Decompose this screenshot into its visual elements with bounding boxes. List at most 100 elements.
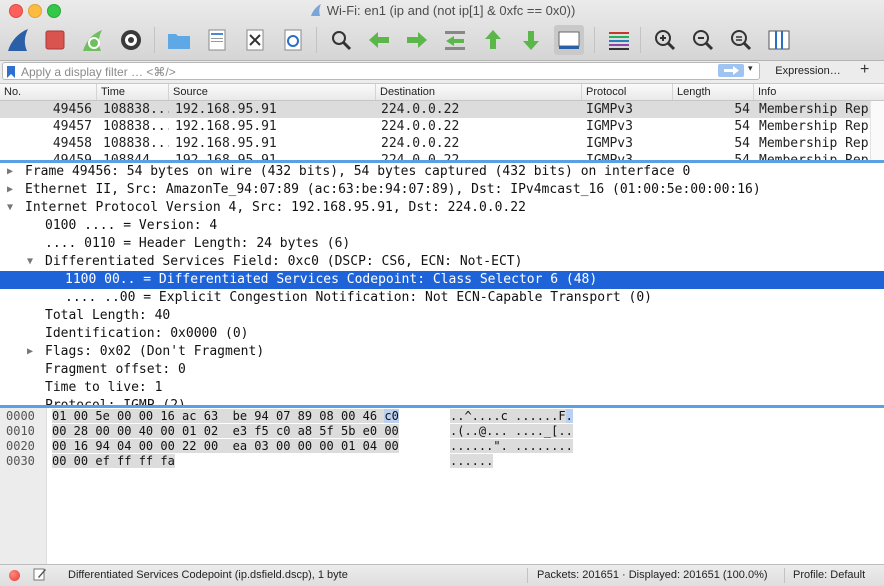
- detail-row-label: .... 0110 = Header Length: 24 bytes (6): [45, 236, 351, 251]
- auto-scroll-button[interactable]: [554, 25, 584, 55]
- detail-tree-row[interactable]: .... 0110 = Header Length: 24 bytes (6): [0, 235, 884, 253]
- detail-row-label: Frame 49456: 54 bytes on wire (432 bits)…: [25, 164, 691, 179]
- detail-tree-row[interactable]: Fragment offset: 0: [0, 361, 884, 379]
- zoom-normal-icon: [731, 30, 752, 51]
- cell-protocol: IGMPv3: [586, 119, 633, 134]
- bytes-offset: 0010: [6, 424, 35, 438]
- cell-source: 192.168.95.91: [175, 136, 277, 151]
- detail-tree-row[interactable]: 0100 .... = Version: 4: [0, 217, 884, 235]
- cell-protocol: IGMPv3: [586, 152, 672, 160]
- column-header-info[interactable]: Info: [754, 84, 884, 100]
- packet-list-scrollbar[interactable]: [870, 101, 884, 160]
- apply-filter-button[interactable]: [718, 64, 744, 77]
- restart-capture-button[interactable]: [78, 25, 108, 55]
- column-header-protocol[interactable]: Protocol: [582, 84, 673, 100]
- detail-row-label: 1100 00.. = Differentiated Services Code…: [65, 272, 598, 287]
- column-header-time[interactable]: Time: [97, 84, 169, 100]
- detail-tree-row[interactable]: ▼ Differentiated Services Field: 0xc0 (DS…: [0, 253, 884, 271]
- gear-icon: [121, 30, 141, 50]
- cell-destination: 224.0.0.22: [381, 102, 460, 117]
- open-file-button[interactable]: [164, 25, 194, 55]
- filter-history-dropdown[interactable]: ▾: [748, 63, 753, 74]
- close-file-button[interactable]: [240, 25, 270, 55]
- save-file-button[interactable]: [202, 25, 232, 55]
- start-capture-button[interactable]: [4, 25, 34, 55]
- bookmark-icon[interactable]: [7, 66, 15, 78]
- bytes-ascii[interactable]: ......". ........: [450, 439, 573, 454]
- find-packet-button[interactable]: [326, 25, 356, 55]
- bytes-hex[interactable]: 00 16 94 04 00 00 22 00 ea 03 00 00 00 0…: [52, 439, 399, 454]
- column-header-source[interactable]: Source: [169, 84, 376, 100]
- detail-tree-row[interactable]: ▶ Ethernet II, Src: AmazonTe_94:07:89 (ac…: [0, 181, 884, 199]
- go-last-button[interactable]: [516, 25, 546, 55]
- status-profile[interactable]: Profile: Default: [793, 565, 865, 586]
- zoom-in-button[interactable]: [650, 25, 680, 55]
- packet-list-header: No. Time Source Destination Protocol Len…: [0, 84, 884, 101]
- cell-source: 192.168.95.91: [175, 102, 277, 117]
- arrow-right-icon: [724, 66, 739, 75]
- zoom-out-icon: [693, 30, 714, 51]
- capture-options-button[interactable]: [116, 25, 146, 55]
- go-forward-button[interactable]: [402, 25, 432, 55]
- display-filter-input[interactable]: Apply a display filter … <⌘/>: [2, 62, 760, 80]
- status-bar: Differentiated Services Codepoint (ip.ds…: [0, 564, 884, 586]
- restart-fin-icon: [83, 30, 102, 51]
- capture-comment-icon[interactable]: [33, 567, 47, 581]
- packet-row[interactable]: 49458 108838... 192.168.95.91 224.0.0.22 IGM…: [0, 135, 870, 152]
- expert-info-icon[interactable]: [9, 570, 20, 581]
- detail-tree-row[interactable]: 1100 00.. = Differentiated Services Code…: [0, 271, 884, 289]
- zoom-out-button[interactable]: [688, 25, 718, 55]
- zoom-normal-button[interactable]: [726, 25, 756, 55]
- ascii-chars: .(..@... ...._[..: [450, 424, 573, 438]
- cell-no: 49457: [52, 119, 92, 134]
- bytes-hex[interactable]: 00 28 00 00 40 00 01 02 e3 f5 c0 a8 5f 5…: [52, 424, 399, 439]
- shark-fin-icon: [8, 29, 28, 51]
- expanded-triangle-icon[interactable]: ▼: [4, 199, 16, 217]
- arrow-left-icon: [369, 32, 389, 48]
- bytes-hex[interactable]: 00 00 ef ff ff fa: [52, 454, 175, 469]
- cell-destination: 224.0.0.22: [381, 119, 460, 134]
- detail-row-label: Internet Protocol Version 4, Src: 192.16…: [25, 200, 526, 215]
- collapsed-triangle-icon[interactable]: ▶: [4, 181, 16, 199]
- expression-button[interactable]: Expression…: [764, 63, 852, 80]
- column-header-length[interactable]: Length: [673, 84, 754, 100]
- bytes-ascii[interactable]: ......: [450, 454, 494, 469]
- detail-tree-row[interactable]: ▶ Flags: 0x02 (Don't Fragment): [0, 343, 884, 361]
- resize-columns-icon: [768, 30, 790, 50]
- collapsed-triangle-icon[interactable]: ▶: [4, 163, 16, 181]
- detail-tree-row[interactable]: Identification: 0x0000 (0): [0, 325, 884, 343]
- detail-tree-row[interactable]: .... ..00 = Explicit Congestion Notifica…: [0, 289, 884, 307]
- expanded-triangle-icon[interactable]: ▼: [24, 253, 36, 271]
- bytes-hex[interactable]: 01 00 5e 00 00 16 ac 63 be 94 07 89 08 0…: [52, 409, 399, 424]
- resize-columns-button[interactable]: [764, 25, 794, 55]
- column-header-destination[interactable]: Destination: [376, 84, 582, 100]
- bytes-ascii[interactable]: .(..@... ...._[..: [450, 424, 573, 439]
- packet-row[interactable]: 49457 108838... 192.168.95.91 224.0.0.22 IGM…: [0, 118, 870, 135]
- bytes-row: 0030 00 00 ef ff ff fa......: [0, 454, 884, 469]
- go-first-button[interactable]: [478, 25, 508, 55]
- reload-icon: [284, 29, 302, 51]
- colorize-button[interactable]: [604, 25, 634, 55]
- detail-tree-row[interactable]: ▼ Internet Protocol Version 4, Src: 192.1…: [0, 199, 884, 217]
- cell-source: 192.168.95.91: [175, 119, 277, 134]
- collapsed-triangle-icon[interactable]: ▶: [24, 343, 36, 361]
- cell-no: 49459: [0, 152, 92, 160]
- go-back-button[interactable]: [364, 25, 394, 55]
- reload-file-button[interactable]: [278, 25, 308, 55]
- packet-row[interactable]: 49459 108844... 192.168.95.91 224.0.0.22 IGM…: [0, 152, 870, 160]
- add-filter-button[interactable]: +: [860, 61, 869, 79]
- go-to-packet-button[interactable]: [440, 25, 470, 55]
- detail-row-label: Total Length: 40: [45, 308, 171, 323]
- hex-bytes: 00 16 94 04 00 00 22 00 ea 03 00 00 00 0…: [52, 439, 399, 453]
- detail-tree-row[interactable]: ▶ Frame 49456: 54 bytes on wire (432 bits…: [0, 163, 884, 181]
- detail-tree-row[interactable]: Time to live: 1: [0, 379, 884, 397]
- packet-row[interactable]: 49456 108838... 192.168.95.91 224.0.0.22 IGM…: [0, 101, 870, 118]
- arrow-down-icon: [523, 31, 539, 50]
- column-header-no[interactable]: No.: [0, 84, 97, 100]
- ascii-selected-char: .: [565, 409, 573, 423]
- detail-tree-row[interactable]: Protocol: IGMP (2): [0, 397, 884, 405]
- detail-tree-row[interactable]: Total Length: 40: [0, 307, 884, 325]
- stop-capture-button[interactable]: [40, 25, 70, 55]
- bytes-ascii[interactable]: ..^....c ......F.: [450, 409, 573, 424]
- status-packet-count: Packets: 201651 · Displayed: 201651 (100…: [537, 569, 768, 581]
